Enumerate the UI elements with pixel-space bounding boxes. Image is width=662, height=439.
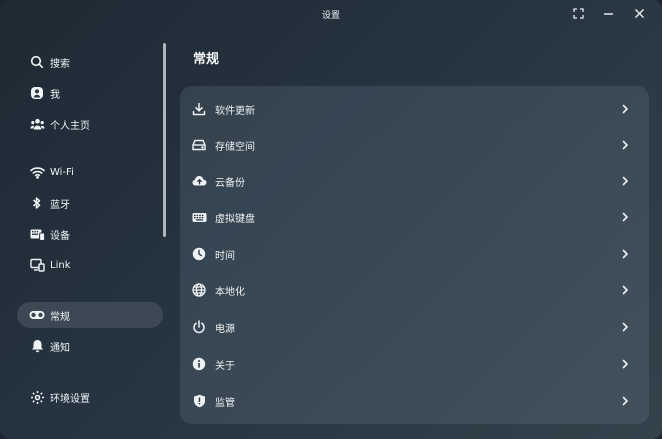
- row-cloud-backup[interactable]: 云备份: [180, 163, 649, 199]
- sidebar-item-label: 设备: [50, 230, 70, 242]
- sidebar-item-environment[interactable]: 环境设置: [17, 384, 163, 410]
- download-icon: [191, 101, 207, 117]
- user-icon: [28, 84, 46, 102]
- storage-icon: [191, 137, 207, 153]
- row-label: 监管: [215, 397, 235, 409]
- minimize-button[interactable]: [598, 4, 618, 22]
- sidebar-item-label: 通知: [50, 342, 70, 354]
- row-about[interactable]: 关于: [180, 346, 649, 382]
- globe-icon: [191, 282, 207, 298]
- sidebar-item-label: 环境设置: [50, 393, 90, 405]
- row-virtual-keyboard[interactable]: 虚拟键盘: [180, 199, 649, 235]
- clock-icon: [191, 246, 207, 262]
- row-label: 虚拟键盘: [215, 213, 255, 225]
- general-icon: [28, 306, 46, 324]
- chevron-right-icon: [619, 358, 631, 370]
- row-power[interactable]: 电源: [180, 309, 649, 345]
- chevron-right-icon: [619, 175, 631, 187]
- sidebar-item-label: Link: [50, 259, 71, 271]
- row-localization[interactable]: 本地化: [180, 272, 649, 308]
- link-icon: [28, 256, 46, 274]
- row-supervision[interactable]: 监管: [180, 383, 649, 419]
- row-label: 存储空间: [215, 141, 255, 153]
- close-icon: [634, 8, 644, 18]
- sidebar-item-bluetooth[interactable]: 蓝牙: [17, 190, 163, 216]
- sidebar-scrollbar[interactable]: [163, 43, 166, 237]
- close-button[interactable]: [629, 4, 649, 22]
- sidebar-item-profile[interactable]: 个人主页: [17, 111, 163, 137]
- chevron-right-icon: [619, 103, 631, 115]
- chevron-right-icon: [619, 395, 631, 407]
- title-bar: 设置: [0, 0, 662, 28]
- row-time[interactable]: 时间: [180, 236, 649, 272]
- sidebar-item-devices[interactable]: 设备: [17, 221, 163, 247]
- people-icon: [28, 115, 46, 133]
- sidebar-item-label: 我: [50, 89, 60, 101]
- keyboard-icon: [191, 209, 207, 225]
- row-label: 云备份: [215, 177, 245, 189]
- sidebar-item-label: 搜索: [50, 58, 70, 70]
- info-icon: [191, 356, 207, 372]
- chevron-right-icon: [619, 248, 631, 260]
- page-title: 常规: [193, 52, 220, 67]
- sidebar-item-label: 蓝牙: [50, 199, 70, 211]
- wifi-icon: [28, 163, 46, 181]
- row-label: 电源: [215, 323, 235, 335]
- chevron-right-icon: [619, 211, 631, 223]
- sidebar-item-wifi[interactable]: Wi-Fi: [17, 159, 163, 185]
- fullscreen-icon: [572, 7, 584, 19]
- bluetooth-icon: [28, 194, 46, 212]
- cloud-backup-icon: [191, 173, 207, 189]
- power-icon: [191, 319, 207, 335]
- sidebar-item-me[interactable]: 我: [17, 80, 163, 106]
- row-label: 软件更新: [215, 105, 255, 117]
- sidebar-item-label: 个人主页: [50, 120, 90, 132]
- fullscreen-button[interactable]: [568, 4, 588, 22]
- shield-icon: [191, 393, 207, 409]
- minimize-icon: [603, 12, 613, 15]
- sidebar-item-general[interactable]: 常规: [17, 302, 163, 328]
- row-label: 时间: [215, 250, 235, 262]
- sidebar-item-search[interactable]: 搜索: [17, 49, 163, 75]
- sidebar-item-notifications[interactable]: 通知: [17, 333, 163, 359]
- sidebar-item-label: Wi-Fi: [50, 166, 74, 178]
- sidebar-item-label: 常规: [50, 311, 70, 323]
- chevron-right-icon: [619, 321, 631, 333]
- row-software-update[interactable]: 软件更新: [180, 91, 649, 127]
- row-storage[interactable]: 存储空间: [180, 127, 649, 163]
- chevron-right-icon: [619, 284, 631, 296]
- bell-icon: [28, 337, 46, 355]
- row-label: 本地化: [215, 286, 245, 298]
- search-icon: [28, 53, 46, 71]
- chevron-right-icon: [619, 139, 631, 151]
- settings-gear-icon: [28, 388, 46, 406]
- settings-window: 设置 搜索 我 个人主页 Wi-Fi 蓝牙 设备 Link 常规 通知 环境设置…: [0, 0, 662, 439]
- row-label: 关于: [215, 360, 235, 372]
- window-title: 设置: [321, 11, 340, 21]
- devices-icon: [28, 225, 46, 243]
- sidebar-item-link[interactable]: Link: [17, 252, 163, 278]
